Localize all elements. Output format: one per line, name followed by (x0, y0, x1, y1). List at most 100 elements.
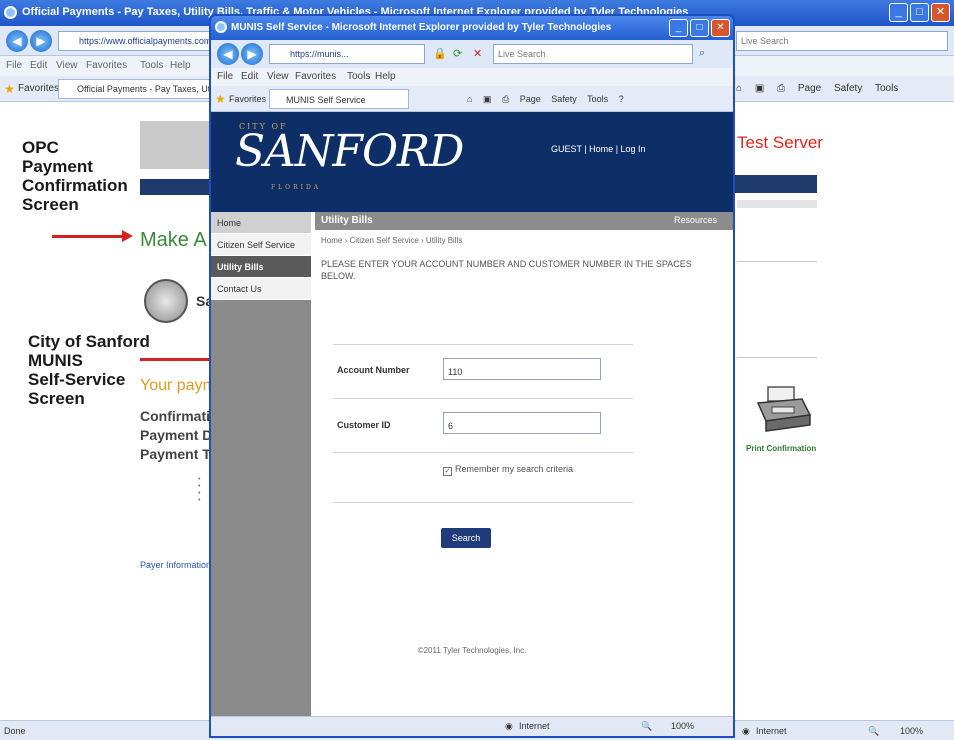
sidebar-item-contact-us[interactable]: Contact Us (211, 278, 311, 300)
back-tab[interactable]: Official Payments - Pay Taxes, Utility..… (58, 79, 212, 99)
menu-file[interactable]: File (6, 60, 22, 71)
munis-window: MUNIS Self Service - Microsoft Internet … (209, 14, 735, 738)
status-zoom[interactable]: 100% (900, 726, 923, 736)
ie-icon (215, 21, 227, 33)
print-confirmation-link[interactable]: Print Confirmation (746, 444, 816, 453)
favorites-label[interactable]: Favorites (18, 83, 59, 94)
close-icon[interactable]: ✕ (711, 19, 730, 37)
home-icon[interactable]: ⌂ (467, 94, 472, 104)
minimize-icon[interactable]: _ (889, 3, 908, 22)
back-arrow-icon[interactable]: ◀ (6, 30, 28, 52)
sidebar-item-citizen-self-service[interactable]: Citizen Self Service (211, 234, 311, 256)
remember-label: Remember my search criteria (455, 464, 574, 474)
help-icon[interactable]: ? (619, 94, 624, 104)
menu-view[interactable]: View (267, 71, 289, 82)
favorites-star-icon[interactable]: ★ (4, 82, 15, 96)
maximize-icon[interactable]: □ (910, 3, 929, 22)
checkbox-icon[interactable]: ✓ (443, 467, 452, 476)
tool-page[interactable]: Page (520, 94, 541, 104)
back-arrow-icon[interactable]: ◀ (217, 43, 239, 65)
back-search-field[interactable]: Live Search (736, 31, 948, 51)
home-icon[interactable]: ⌂ (736, 83, 742, 94)
search-icon[interactable]: ⌕ (699, 47, 705, 60)
remember-search-checkbox[interactable]: ✓ Remember my search criteria (443, 464, 573, 476)
zoom-icon[interactable]: 🔍 (868, 726, 879, 737)
munis-address-bar-area: ◀ ▶ https://munis... 🔒 ⟳ ✕ Live Search ⌕ (211, 40, 733, 68)
minimize-icon[interactable]: _ (669, 19, 688, 37)
feeds-icon[interactable]: ▣ (483, 94, 492, 104)
back-command-bar: ⌂ ▣ ⎙ Page Safety Tools (736, 83, 908, 94)
munis-tab[interactable]: MUNIS Self Service (269, 89, 409, 109)
tool-tools[interactable]: Tools (587, 94, 608, 104)
forward-arrow-icon[interactable]: ▶ (30, 30, 52, 52)
tool-safety[interactable]: Safety (834, 83, 862, 94)
tool-safety[interactable]: Safety (551, 94, 577, 104)
logo-sub-text: FLORIDA (271, 184, 322, 191)
status-text: Done (4, 726, 26, 736)
menu-tools[interactable]: Tools (347, 71, 370, 82)
opc-nav-bar-right (735, 175, 817, 193)
refresh-icon[interactable]: ⟳ (453, 47, 462, 60)
print-icon[interactable]: ⎙ (502, 94, 509, 104)
menu-edit[interactable]: Edit (30, 60, 47, 71)
section-title-bar: Utility Bills Resources (315, 212, 733, 230)
account-number-input[interactable] (443, 358, 601, 380)
header-links[interactable]: GUEST | Home | Log In (551, 144, 646, 154)
breadcrumb[interactable]: Home › Citizen Self Service › Utility Bi… (321, 236, 462, 245)
form-divider (333, 452, 633, 453)
menu-view[interactable]: View (56, 60, 78, 71)
munis-menu-bar: File Edit View Favorites Tools Help (211, 68, 733, 86)
munis-page: CITY OF SANFORD FLORIDA GUEST | Home | L… (211, 112, 733, 716)
munis-address-field[interactable]: https://munis... (269, 44, 425, 64)
printer-icon[interactable] (754, 385, 812, 433)
status-zoom[interactable]: 100% (671, 721, 694, 731)
menu-favorites[interactable]: Favorites (86, 60, 127, 71)
munis-search-field[interactable]: Live Search (493, 44, 693, 64)
munis-command-bar: ⌂ ▣ ⎙ Page Safety Tools ? (467, 94, 632, 105)
bullet-list: • • • • (198, 476, 201, 504)
munis-window-titlebar[interactable]: MUNIS Self Service - Microsoft Internet … (211, 16, 733, 40)
back-window-controls: _ □ ✕ (889, 3, 950, 22)
annotation-opc-text: OPC Payment Confirmation Screen (22, 138, 128, 214)
favorites-label[interactable]: Favorites (229, 94, 266, 104)
your-payment-heading: Your paym (140, 377, 216, 394)
menu-favorites[interactable]: Favorites (295, 71, 336, 82)
tool-tools[interactable]: Tools (875, 83, 898, 94)
menu-help[interactable]: Help (375, 71, 396, 82)
munis-sidebar: Home Citizen Self Service Utility Bills … (211, 212, 311, 716)
stop-icon[interactable]: ✕ (473, 47, 482, 60)
sidebar-item-home[interactable]: Home (211, 212, 311, 234)
print-icon[interactable]: ⎙ (777, 83, 785, 94)
search-button[interactable]: Search (441, 528, 491, 548)
lock-icon[interactable]: 🔒 (433, 47, 447, 60)
payer-information-link[interactable]: Payer Information (140, 560, 211, 570)
form-divider (333, 502, 633, 503)
maximize-icon[interactable]: □ (690, 19, 709, 37)
globe-icon: ◉ (742, 726, 750, 736)
annotation-arrow (52, 230, 133, 242)
tool-page[interactable]: Page (798, 83, 821, 94)
sidebar-item-utility-bills[interactable]: Utility Bills (211, 256, 311, 278)
menu-file[interactable]: File (217, 71, 233, 82)
close-icon[interactable]: ✕ (931, 3, 950, 22)
confirmation-lines: Confirmati Payment D Payment T (140, 407, 212, 464)
ie-icon (4, 6, 17, 19)
zoom-icon[interactable]: 🔍 (641, 721, 652, 732)
status-zone: Internet (519, 721, 550, 731)
customer-id-input[interactable] (443, 412, 601, 434)
section-title: Utility Bills (321, 215, 373, 226)
menu-help[interactable]: Help (170, 60, 191, 71)
resources-link[interactable]: Resources (674, 215, 717, 225)
sanford-logo[interactable]: SANFORD (235, 126, 464, 177)
confirmation-line: Payment D (140, 427, 213, 443)
menu-edit[interactable]: Edit (241, 71, 258, 82)
favorites-star-icon[interactable]: ★ (215, 92, 226, 106)
munis-header: CITY OF SANFORD FLORIDA GUEST | Home | L… (211, 112, 733, 212)
copyright-text: ©2011 Tyler Technologies, Inc. (417, 646, 527, 655)
divider (737, 261, 817, 262)
form-divider (333, 398, 633, 399)
back-address-field[interactable]: https://www.officialpayments.com/... (58, 31, 210, 51)
feeds-icon[interactable]: ▣ (755, 83, 764, 94)
forward-arrow-icon[interactable]: ▶ (241, 43, 263, 65)
menu-tools[interactable]: Tools (140, 60, 163, 71)
